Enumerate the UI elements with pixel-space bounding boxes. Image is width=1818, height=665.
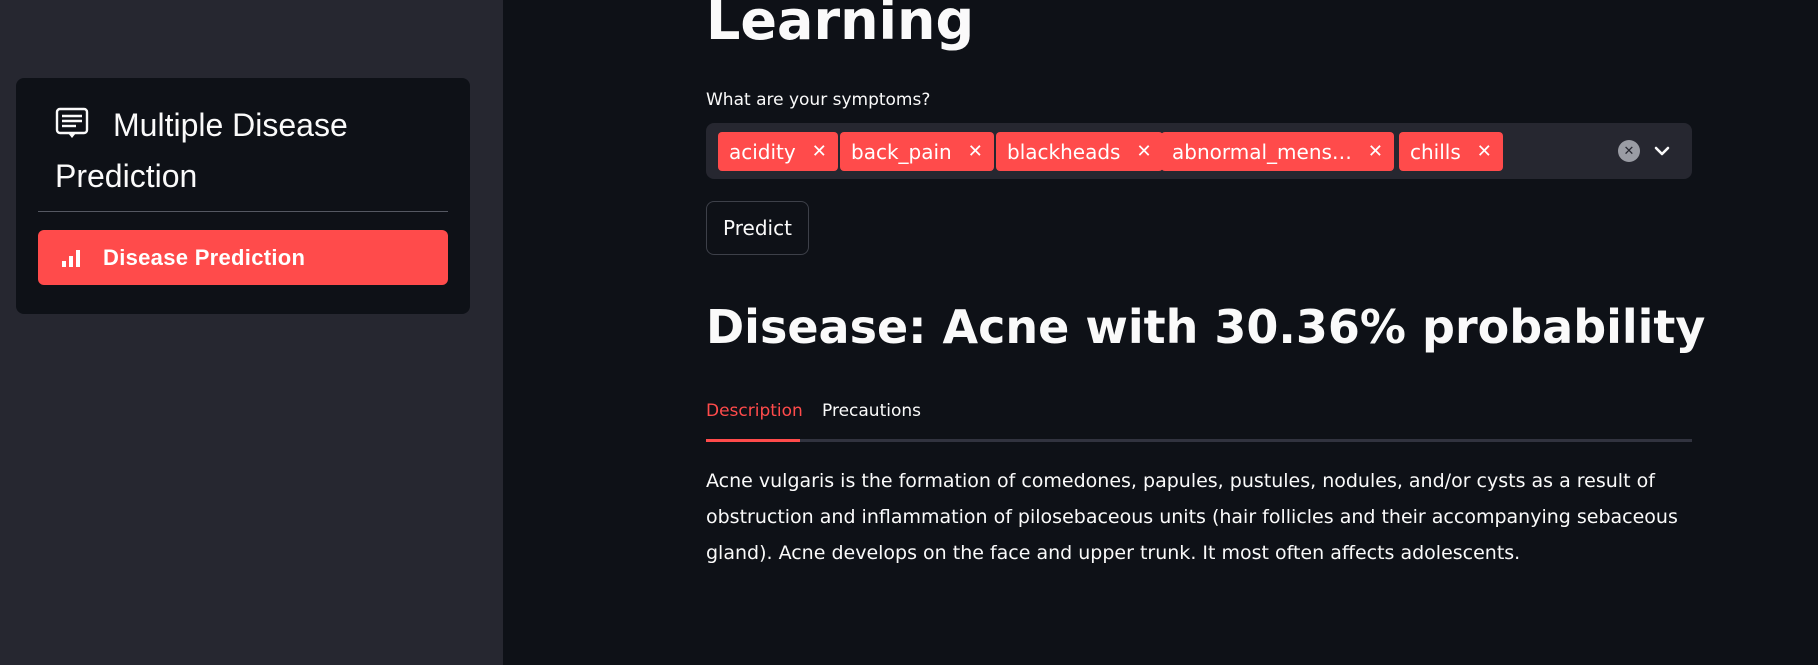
tag-label: abnormal_mens… xyxy=(1172,139,1352,164)
menu-title-label: Multiple Disease Prediction xyxy=(55,107,348,194)
tab-bar: Description Precautions xyxy=(706,398,1692,442)
menu-divider xyxy=(38,211,448,212)
remove-tag-icon[interactable]: ✕ xyxy=(1136,141,1151,162)
chevron-down-icon[interactable] xyxy=(1650,139,1674,163)
symptom-tag[interactable]: abnormal_mens… ✕ xyxy=(1161,132,1395,171)
bar-chart-icon xyxy=(62,249,80,267)
option-menu: Multiple Disease Prediction Disease Pred… xyxy=(16,78,470,314)
remove-tag-icon[interactable]: ✕ xyxy=(812,141,827,162)
tag-label: chills xyxy=(1410,139,1461,164)
symptom-tag[interactable]: back_pain ✕ xyxy=(840,132,994,171)
symptom-tag[interactable]: blackheads ✕ xyxy=(996,132,1163,171)
symptom-tag[interactable]: chills ✕ xyxy=(1399,132,1503,171)
remove-tag-icon[interactable]: ✕ xyxy=(1368,141,1383,162)
sidebar-item-disease-prediction[interactable]: Disease Prediction xyxy=(38,230,448,285)
tag-label: blackheads xyxy=(1007,139,1121,164)
symptom-tag[interactable]: acidity ✕ xyxy=(718,132,838,171)
symptoms-label: What are your symptoms? xyxy=(706,90,931,110)
page-title: Learning xyxy=(706,0,975,52)
tag-label: acidity xyxy=(729,139,796,164)
remove-tag-icon[interactable]: ✕ xyxy=(1477,141,1492,162)
tab-description[interactable]: Description xyxy=(706,398,803,442)
sidebar-item-label: Disease Prediction xyxy=(103,244,306,270)
tab-precautions[interactable]: Precautions xyxy=(822,398,921,442)
tag-label: back_pain xyxy=(851,139,952,164)
symptoms-multiselect[interactable]: acidity ✕ back_pain ✕ blackheads ✕ abnor… xyxy=(706,123,1692,179)
remove-tag-icon[interactable]: ✕ xyxy=(968,141,983,162)
clear-all-icon[interactable]: ✕ xyxy=(1618,140,1640,162)
sidebar: Multiple Disease Prediction Disease Pred… xyxy=(0,0,503,665)
card-text-icon xyxy=(55,107,89,138)
predict-button[interactable]: Predict xyxy=(706,201,809,255)
menu-title: Multiple Disease Prediction xyxy=(55,100,435,202)
disease-description: Acne vulgaris is the formation of comedo… xyxy=(706,470,1678,564)
prediction-result: Disease: Acne with 30.36% probability xyxy=(706,300,1706,354)
